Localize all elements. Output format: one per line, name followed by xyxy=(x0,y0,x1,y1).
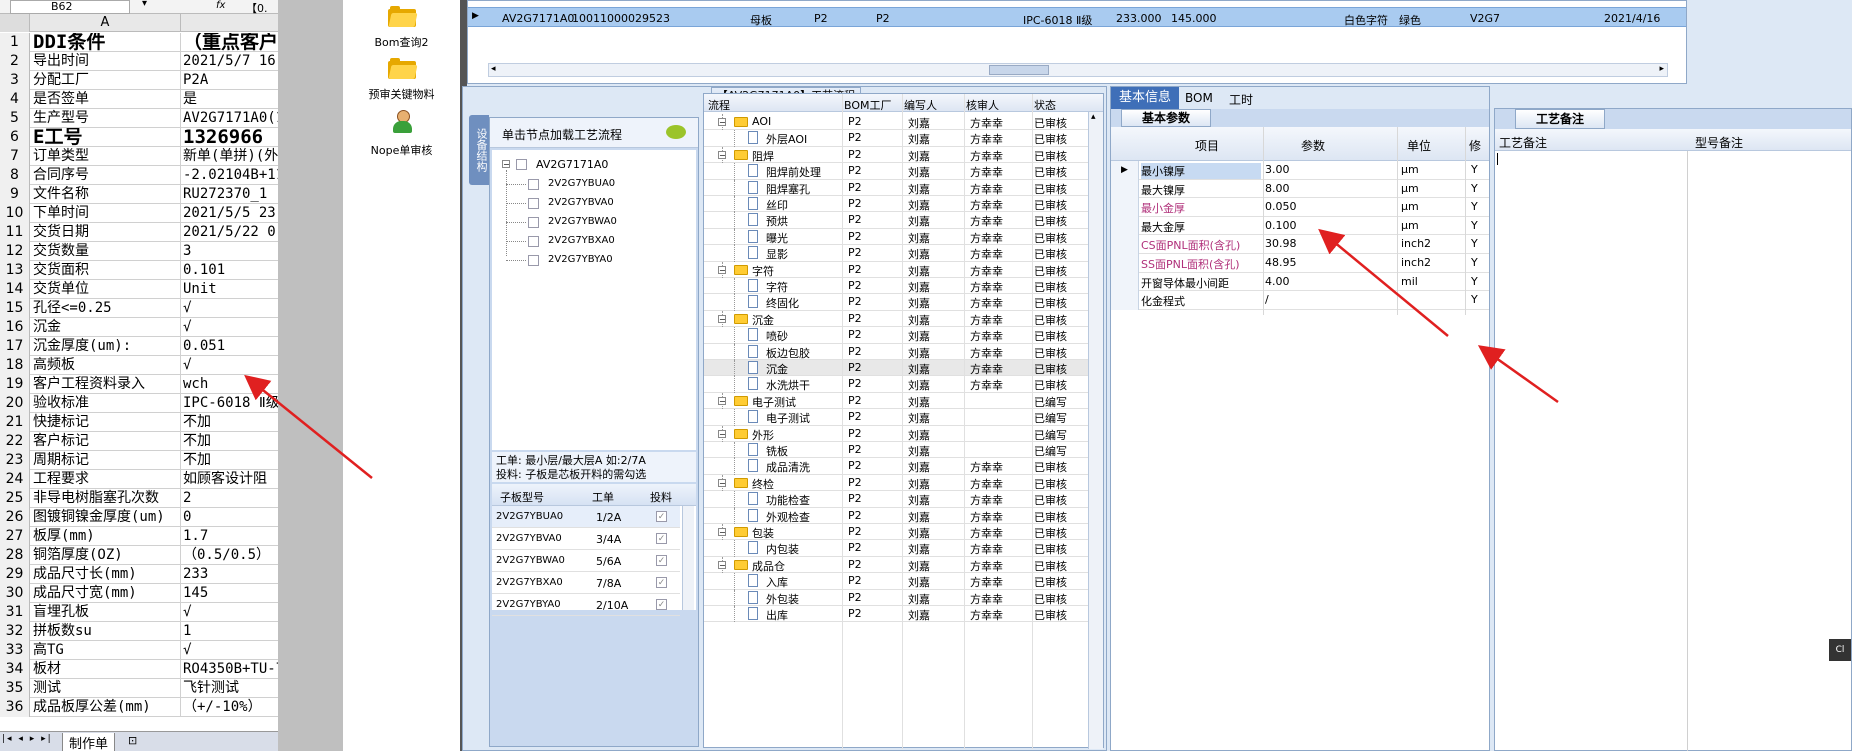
arrow-info xyxy=(1318,228,1449,337)
annotation-arrows xyxy=(244,228,1559,479)
arrow-excel xyxy=(244,374,373,479)
arrow-remark xyxy=(1477,345,1559,404)
